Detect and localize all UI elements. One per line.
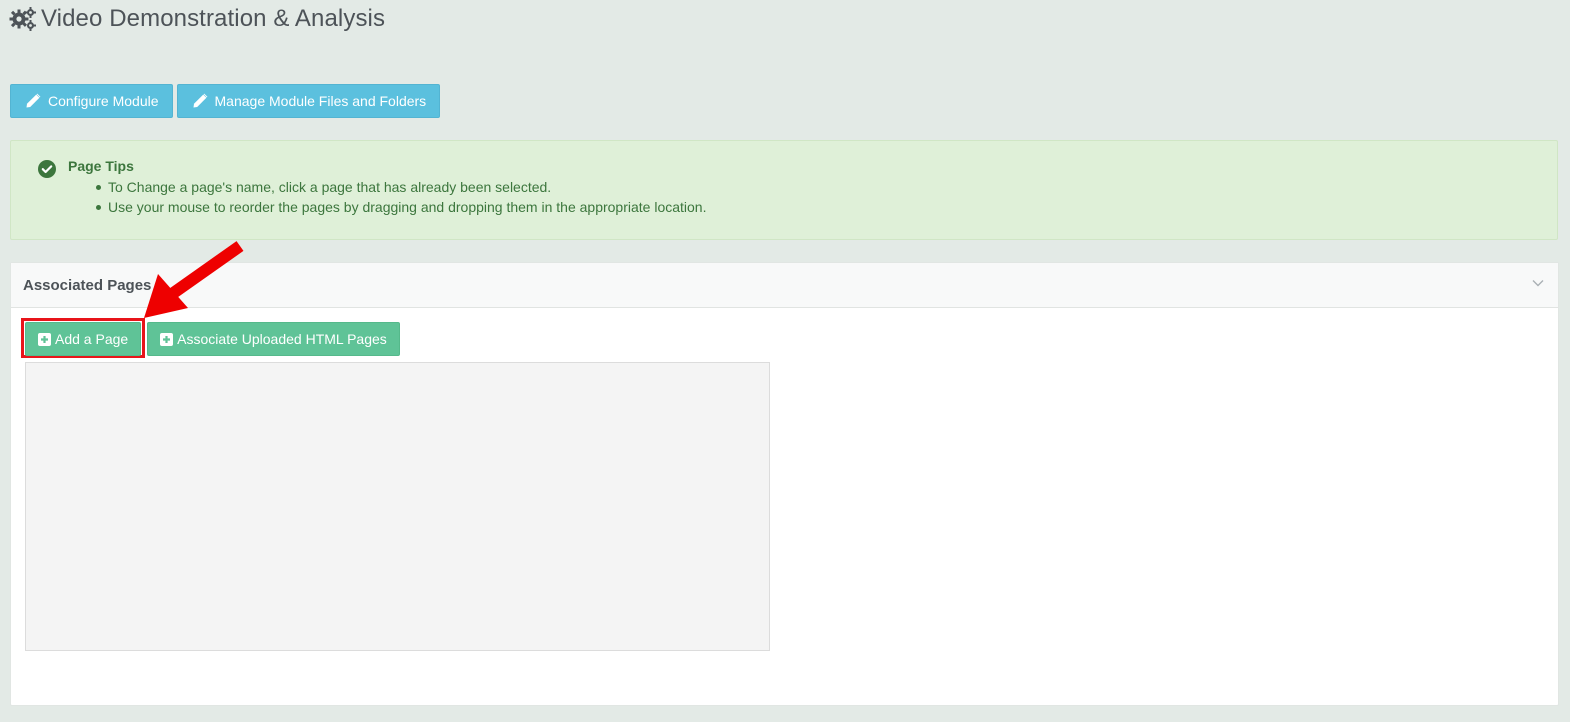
check-circle-icon: [38, 160, 56, 178]
page-tips-alert: Page Tips To Change a page's name, click…: [10, 140, 1558, 240]
configure-module-label: Configure Module: [48, 93, 159, 109]
configure-module-button[interactable]: Configure Module: [10, 84, 173, 118]
pages-list[interactable]: [25, 362, 770, 651]
plus-square-icon: [160, 332, 174, 346]
tips-list: To Change a page's name, click a page th…: [68, 177, 707, 217]
associated-pages-panel: Associated Pages Add a Page Associate Up…: [10, 262, 1559, 706]
red-arrow-annotation: [144, 241, 244, 318]
tip-item: To Change a page's name, click a page th…: [96, 177, 707, 197]
page: Video Demonstration & Analysis Configure…: [0, 0, 1570, 722]
pencil-icon: [193, 93, 207, 108]
plus-square-icon: [38, 332, 51, 346]
bullet-icon: [96, 185, 101, 190]
tip-text: To Change a page's name, click a page th…: [108, 179, 552, 195]
associate-html-pages-label: Associate Uploaded HTML Pages: [177, 331, 387, 347]
page-title: Video Demonstration & Analysis: [41, 5, 386, 32]
manage-files-label: Manage Module Files and Folders: [214, 93, 427, 109]
gears-icon: [9, 7, 36, 31]
pencil-icon: [26, 93, 41, 108]
tips-title: Page Tips: [68, 158, 134, 174]
tip-item: Use your mouse to reorder the pages by d…: [96, 197, 707, 217]
manage-files-button[interactable]: Manage Module Files and Folders: [176, 84, 441, 118]
module-toolbar: Configure Module Manage Module Files and…: [10, 84, 444, 118]
add-page-label: Add a Page: [55, 331, 129, 347]
tip-text: Use your mouse to reorder the pages by d…: [108, 199, 707, 215]
chevron-down-icon[interactable]: [1532, 279, 1544, 287]
bullet-icon: [96, 205, 101, 210]
page-header: Video Demonstration & Analysis: [9, 5, 385, 33]
